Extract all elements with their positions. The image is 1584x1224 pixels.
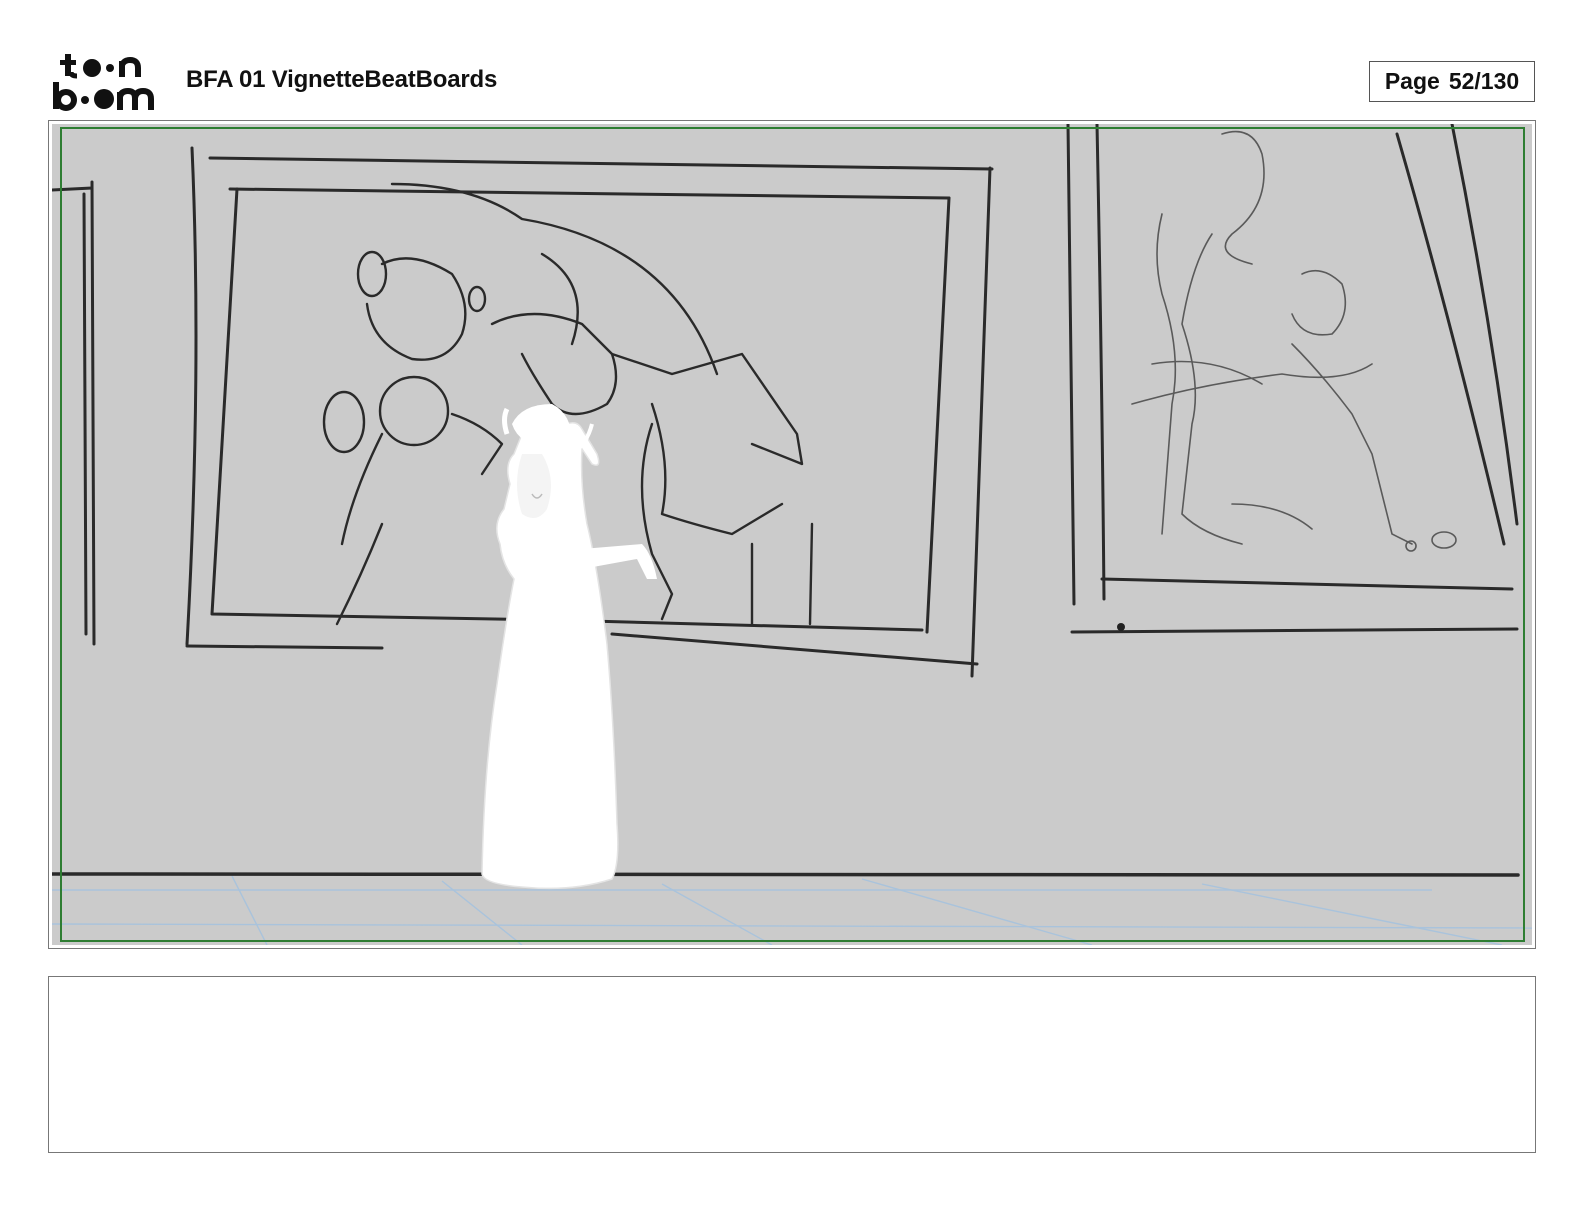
page-label: Page	[1384, 68, 1440, 94]
sketch-drawing	[52, 124, 1532, 945]
document-title: BFA 01 VignetteBeatBoards	[186, 66, 498, 93]
page-number: 52/130	[1448, 68, 1520, 94]
toonboom-logo	[53, 54, 154, 111]
panel-notes-box	[48, 976, 1536, 1153]
character-silhouette	[481, 404, 657, 890]
storyboard-panel-image	[52, 124, 1532, 945]
page-indicator: Page 52/130	[1369, 61, 1535, 102]
